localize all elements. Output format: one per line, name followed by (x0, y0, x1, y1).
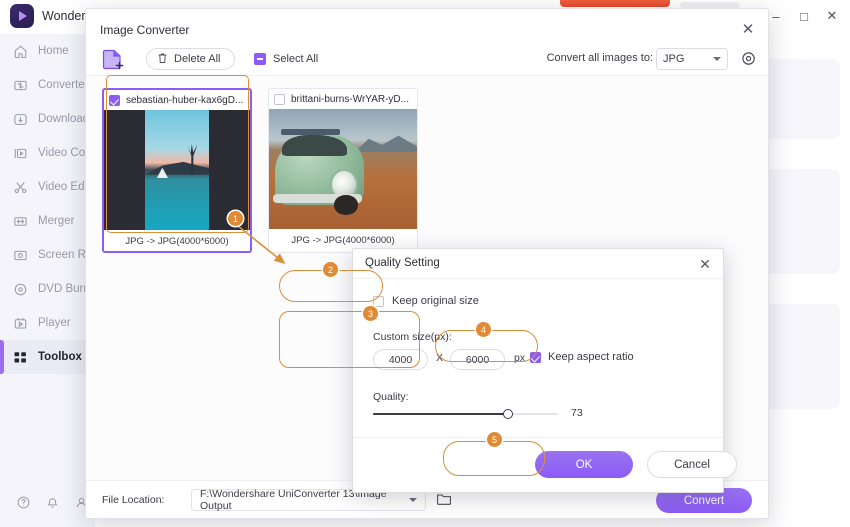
thumbnail-checkbox[interactable] (274, 93, 285, 105)
annotation-badge-5: 5 (487, 432, 502, 447)
quality-value: 73 (571, 407, 583, 419)
keep-aspect-ratio-option[interactable]: Keep aspect ratio (530, 351, 634, 363)
file-location-label: File Location: (102, 494, 165, 506)
sidebar-item-label: Converter (38, 79, 89, 91)
folder-icon[interactable] (436, 491, 452, 507)
trash-icon (157, 52, 168, 67)
thumbnail-checkbox[interactable] (109, 94, 120, 106)
sidebar-bottom-icons (0, 487, 95, 521)
sidebar-item-home[interactable]: Home (0, 34, 95, 68)
maximize-button[interactable]: □ (790, 4, 818, 28)
toolbox-icon (12, 349, 29, 366)
ok-button[interactable]: OK (535, 451, 633, 478)
keep-original-size-option[interactable]: Keep original size (373, 295, 479, 307)
quality-slider[interactable] (373, 409, 558, 419)
app-logo-icon (10, 4, 34, 28)
sidebar-item-label: Toolbox (38, 351, 82, 363)
select-all-checkbox[interactable] (254, 53, 266, 65)
sidebar-item-label: Player (38, 317, 71, 329)
thumbnail-header: brittani-burns-WrYAR-yD... (269, 89, 417, 109)
select-all-label: Select All (273, 53, 319, 65)
delete-all-button[interactable]: Delete All (146, 48, 236, 70)
close-icon[interactable]: ✕ (736, 17, 760, 41)
update-banner-pill[interactable] (560, 0, 670, 7)
select-all-button[interactable]: Select All (254, 48, 318, 70)
scissors-icon (12, 179, 29, 196)
video-compress-icon (12, 145, 29, 162)
size-unit-label: px (514, 352, 526, 364)
thumbnail-card[interactable]: brittani-burns-WrYAR-yD... JPG -> JPG(40… (268, 88, 418, 253)
convert-all-format-select[interactable]: JPG (656, 48, 728, 70)
sidebar-item-merger[interactable]: Merger (0, 204, 95, 238)
player-icon (12, 315, 29, 332)
chevron-down-icon (713, 57, 721, 61)
download-icon (12, 111, 29, 128)
sidebar: Home Converter Downloader Video Video Ed… (0, 34, 133, 527)
keep-original-size-label: Keep original size (392, 295, 479, 307)
annotation-badge-1: 1 (228, 211, 243, 226)
thumbnail-image (104, 110, 250, 230)
height-input[interactable]: 6000 (450, 349, 505, 370)
quality-slider-handle[interactable] (503, 409, 514, 419)
thumbnail-header: sebastian-huber-kax6gD... (104, 90, 250, 110)
converter-icon (12, 77, 29, 94)
quality-dialog-header: Quality Setting ✕ (353, 249, 723, 279)
image-converter-toolbar: Delete All Select All Convert all images… (86, 45, 768, 75)
cancel-button[interactable]: Cancel (647, 451, 737, 478)
keep-original-size-checkbox[interactable] (373, 295, 384, 307)
add-file-icon[interactable] (102, 48, 124, 72)
window-controls: – □ ✕ (762, 4, 846, 28)
sidebar-item-label: Merger (38, 215, 75, 227)
screen-record-icon (12, 247, 29, 264)
quality-dialog-title: Quality Setting (365, 257, 440, 269)
dvd-icon (12, 281, 29, 298)
close-button[interactable]: ✕ (818, 4, 846, 28)
gear-icon[interactable] (740, 50, 758, 68)
keep-aspect-ratio-checkbox[interactable] (530, 351, 541, 363)
sidebar-item-screen-recorder[interactable]: Screen Recorder (0, 238, 125, 272)
image-converter-title: Image Converter (100, 23, 190, 37)
notification-bell-icon[interactable] (45, 495, 60, 513)
brand: Wonder (10, 4, 86, 28)
thumbnail-filename: sebastian-huber-kax6gD... (126, 94, 244, 106)
custom-size-label: Custom size(px): (373, 331, 452, 343)
sidebar-item-player[interactable]: Player (0, 306, 95, 340)
chevron-down-icon (409, 498, 417, 502)
convert-all-label: Convert all images to: (546, 52, 653, 64)
close-icon[interactable]: ✕ (694, 253, 716, 275)
width-input[interactable]: 4000 (373, 349, 428, 370)
sidebar-item-downloader[interactable]: Downloader (0, 102, 99, 136)
size-separator: X (436, 352, 444, 364)
merger-icon (12, 213, 29, 230)
keep-aspect-ratio-label: Keep aspect ratio (548, 351, 634, 363)
thumbnail-card[interactable]: sebastian-huber-kax6gD... JPG -> JPG(400… (102, 88, 252, 253)
help-icon[interactable] (16, 495, 31, 513)
convert-all-format-value: JPG (663, 53, 685, 65)
annotation-badge-4: 4 (476, 322, 491, 337)
thumbnail-format-label: JPG -> JPG(4000*6000) (125, 235, 229, 247)
delete-all-label: Delete All (174, 53, 221, 65)
sidebar-item-video-editor[interactable]: Video Editor (0, 170, 100, 204)
app-window: Wonder – □ ✕ Home Converter Downloader V… (0, 0, 850, 527)
quality-label: Quality: (373, 391, 409, 403)
quality-dialog-footer: OK Cancel (353, 437, 737, 492)
sidebar-item-label: Home (38, 45, 69, 57)
annotation-badge-2: 2 (323, 262, 338, 277)
sidebar-item-converter[interactable]: Converter (0, 68, 95, 102)
thumbnail-image (269, 109, 417, 229)
quality-setting-dialog: Quality Setting ✕ Keep original size Cus… (352, 248, 737, 493)
thumbnail-filename: brittani-burns-WrYAR-yD... (291, 93, 409, 105)
sidebar-item-video-compressor[interactable]: Video Compressor (0, 136, 133, 170)
annotation-badge-3: 3 (363, 306, 378, 321)
sidebar-item-toolbox[interactable]: Toolbox (0, 340, 95, 374)
app-title: Wonder (42, 9, 86, 23)
quality-slider-fill (373, 413, 509, 415)
image-converter-dialog: Image Converter ✕ Delete All Select All … (85, 8, 769, 519)
home-icon (12, 43, 29, 60)
sidebar-item-dvd-burner[interactable]: DVD Burner (0, 272, 100, 306)
